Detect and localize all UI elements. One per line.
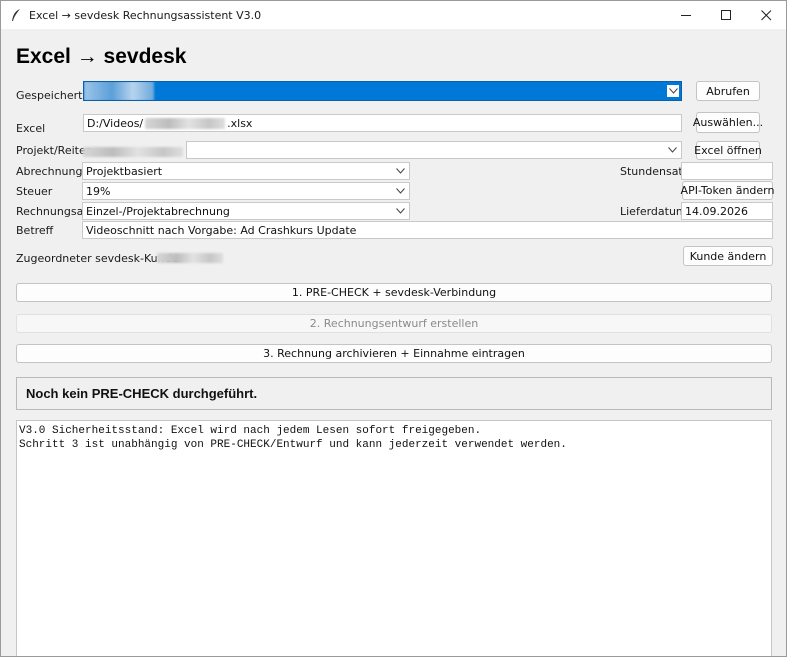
tax-select[interactable]: 19% [82, 182, 410, 200]
fetch-button[interactable]: Abrufen [696, 81, 760, 101]
change-api-token-button[interactable]: API-Token ändern [681, 181, 774, 200]
subject-input[interactable]: Videoschnitt nach Vorgabe: Ad Crashkurs … [82, 221, 773, 239]
archive-invoice-button[interactable]: 3. Rechnung archivieren + Einnahme eintr… [16, 344, 772, 363]
saved-value-redacted [84, 82, 154, 100]
invoice-type-select[interactable]: Einzel-/Projektabrechnung [82, 202, 410, 220]
billing-select[interactable]: Projektbasiert [82, 162, 410, 180]
select-file-button[interactable]: Auswählen... [693, 112, 763, 133]
minimize-button[interactable] [666, 1, 706, 29]
delivery-date-input[interactable]: 14.09.2026 [681, 202, 773, 220]
log-line: Schritt 3 ist unabhängig von PRE-CHECK/E… [19, 439, 567, 451]
minimize-icon [680, 14, 691, 16]
close-icon [760, 9, 771, 20]
log-textarea[interactable]: V3.0 Sicherheitsstand: Excel wird nach j… [16, 420, 772, 656]
excel-path-input[interactable]: D:/Videos/ .xlsx [83, 114, 682, 132]
hourly-rate-input[interactable] [681, 162, 773, 180]
excel-path-prefix: D:/Videos/ [87, 116, 144, 130]
create-draft-button[interactable]: 2. Rechnungsentwurf erstellen [16, 314, 772, 333]
status-text: Noch kein PRE-CHECK durchgeführt. [26, 386, 258, 401]
invoice-type-label: Rechnungsart [16, 205, 93, 218]
subject-label: Betreff [16, 224, 54, 237]
feather-icon [9, 8, 23, 22]
chevron-down-icon [667, 85, 679, 97]
saved-label: Gespeichert [16, 89, 83, 102]
project-sheet-select[interactable] [186, 141, 682, 159]
excel-label: Excel [16, 122, 46, 135]
billing-label: Abrechnung [16, 165, 83, 178]
app-window: Excel → sevdesk Rechnungsassistent V3.0 … [0, 0, 787, 657]
maximize-icon [720, 9, 731, 20]
delivery-date-label: Lieferdatum [620, 205, 687, 218]
hourly-rate-label: Stundensatz [620, 165, 689, 178]
project-name-redacted [83, 147, 183, 157]
change-customer-button[interactable]: Kunde ändern [683, 246, 773, 266]
window-title: Excel → sevdesk Rechnungsassistent V3.0 [29, 8, 262, 22]
invoice-type-value: Einzel-/Projektabrechnung [86, 204, 230, 218]
log-line: V3.0 Sicherheitsstand: Excel wird nach j… [19, 425, 482, 437]
status-panel: Noch kein PRE-CHECK durchgeführt. [16, 377, 772, 410]
billing-value: Projektbasiert [86, 164, 163, 178]
page-title: Excel → sevdesk [16, 45, 187, 68]
chevron-down-icon [395, 165, 405, 177]
chevron-down-icon [395, 205, 405, 217]
close-button[interactable] [746, 1, 786, 29]
tax-label: Steuer [16, 185, 53, 198]
project-label: Projekt/Reiter [16, 144, 91, 157]
chevron-down-icon [667, 144, 677, 156]
open-excel-button[interactable]: Excel öffnen [694, 141, 762, 160]
chevron-down-icon [395, 185, 405, 197]
title-bar: Excel → sevdesk Rechnungsassistent V3.0 [1, 1, 786, 29]
excel-path-redacted [145, 117, 226, 129]
saved-select[interactable] [83, 81, 682, 101]
tax-value: 19% [86, 184, 111, 198]
excel-path-suffix: .xlsx [227, 116, 253, 130]
customer-name-redacted [157, 253, 223, 263]
maximize-button[interactable] [706, 1, 746, 29]
precheck-button[interactable]: 1. PRE-CHECK + sevdesk-Verbindung [16, 283, 772, 302]
